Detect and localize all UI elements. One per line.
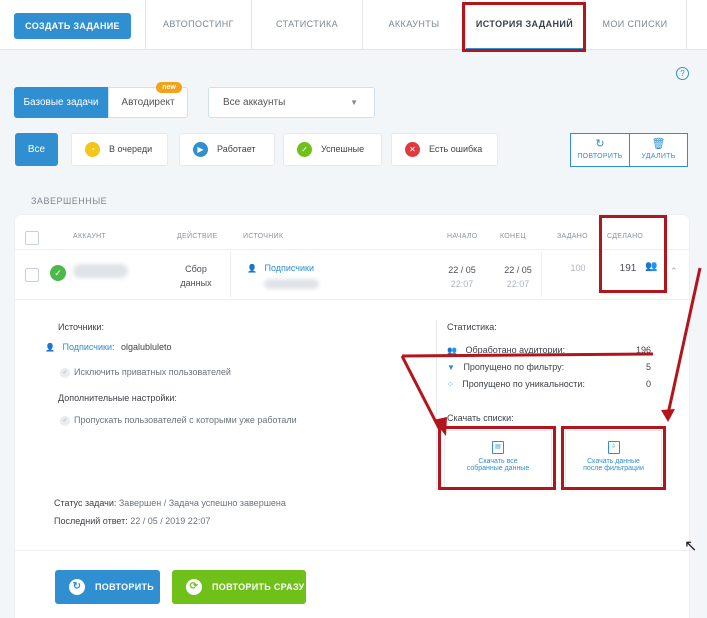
mouse-cursor-icon: ↖ [684, 538, 698, 555]
repeat-button[interactable]: ↻ ПОВТОРИТЬ [55, 570, 160, 604]
last-reply: Последний ответ: 22 / 05 / 2019 22:07 [54, 516, 210, 526]
repeat-now-button[interactable]: ⟳ ПОВТОРИТЬ СРАЗУ [172, 570, 306, 604]
repeat-now-button-label: ПОВТОРИТЬ СРАЗУ [212, 582, 305, 592]
bottom-divider [15, 550, 689, 551]
refresh-icon: ↻ [69, 579, 85, 595]
repeat-button-label: ПОВТОРИТЬ [95, 582, 155, 592]
task-status-value: Завершен / Задача успешно завершена [118, 498, 286, 508]
last-reply-label: Последний ответ: [54, 516, 128, 526]
sync-icon: ⟳ [186, 579, 202, 595]
task-status: Статус задачи: Завершен / Задача успешно… [54, 498, 286, 508]
last-reply-value: 22 / 05 / 2019 22:07 [130, 516, 211, 526]
task-status-label: Статус задачи: [54, 498, 117, 508]
